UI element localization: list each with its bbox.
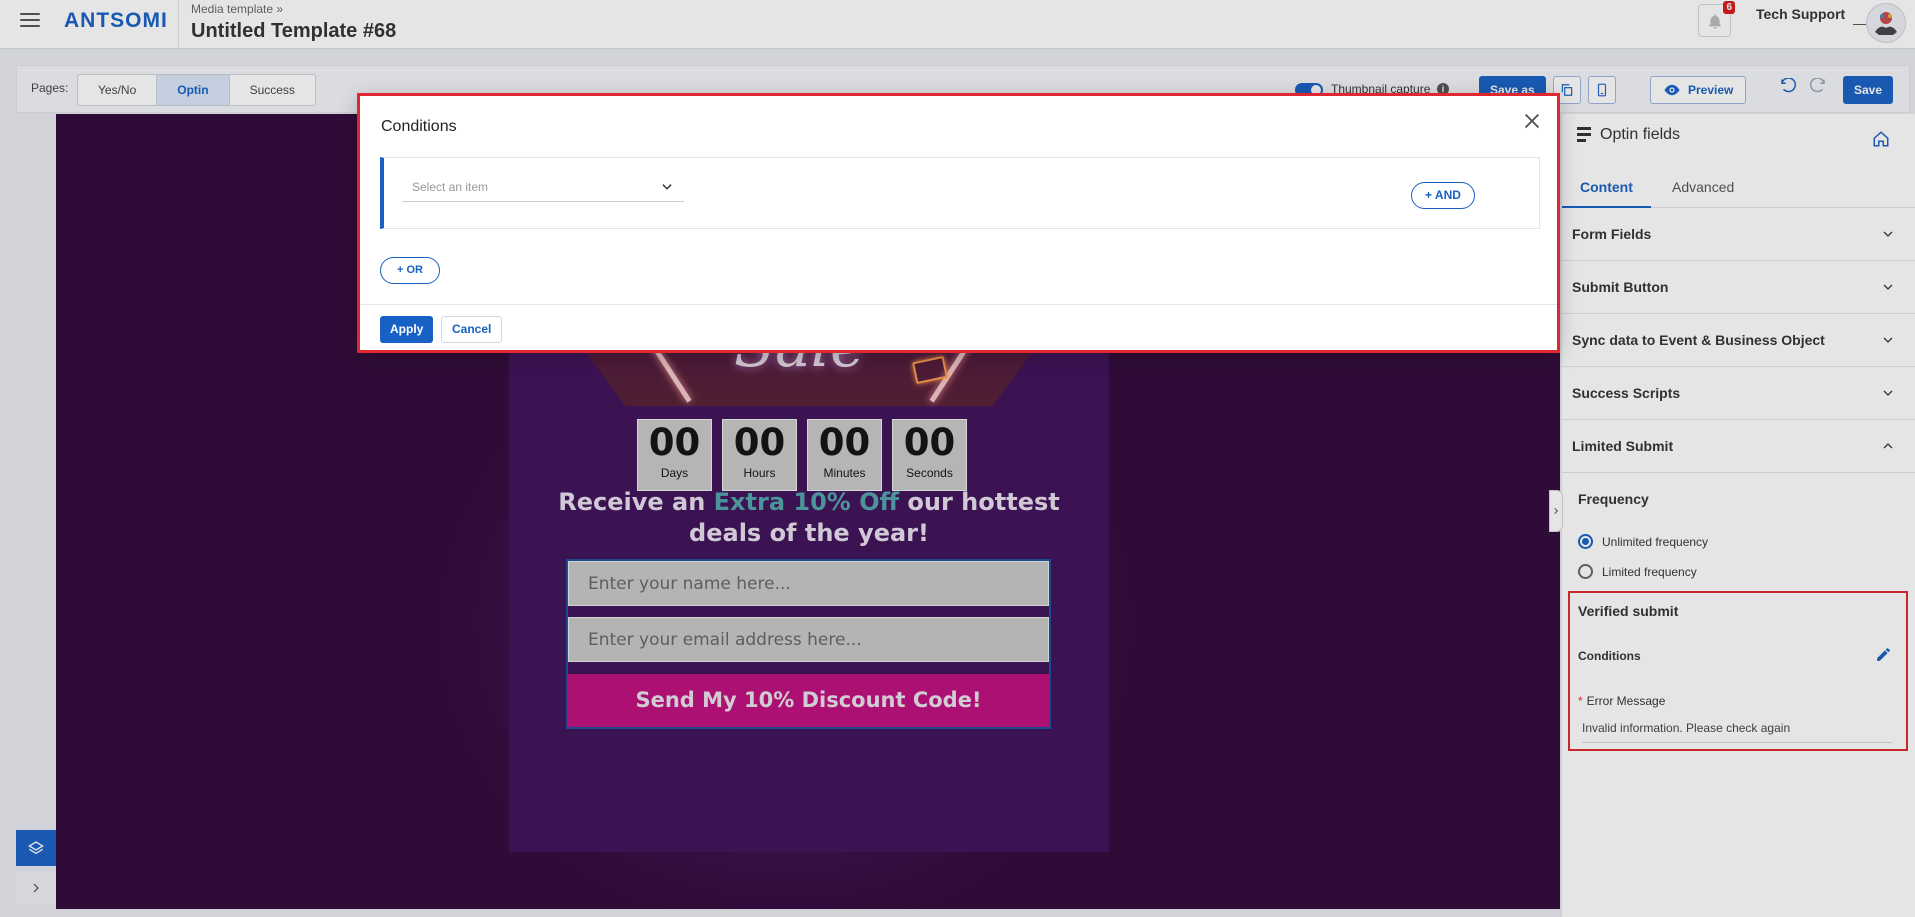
- condition-item-select[interactable]: Select an item: [402, 176, 684, 202]
- close-icon[interactable]: [1521, 110, 1543, 132]
- apply-button[interactable]: Apply: [380, 316, 434, 343]
- condition-group: Select an item + AND: [380, 157, 1540, 229]
- conditions-modal: Conditions Select an item + AND + OR App…: [357, 93, 1560, 353]
- chevron-down-icon: [662, 184, 672, 190]
- add-or-condition-button[interactable]: + OR: [380, 257, 440, 284]
- modal-footer-divider: [360, 304, 1557, 305]
- select-placeholder: Select an item: [412, 180, 489, 194]
- cancel-button[interactable]: Cancel: [441, 316, 503, 343]
- add-and-condition-button[interactable]: + AND: [1411, 182, 1475, 209]
- modal-title: Conditions: [381, 118, 457, 135]
